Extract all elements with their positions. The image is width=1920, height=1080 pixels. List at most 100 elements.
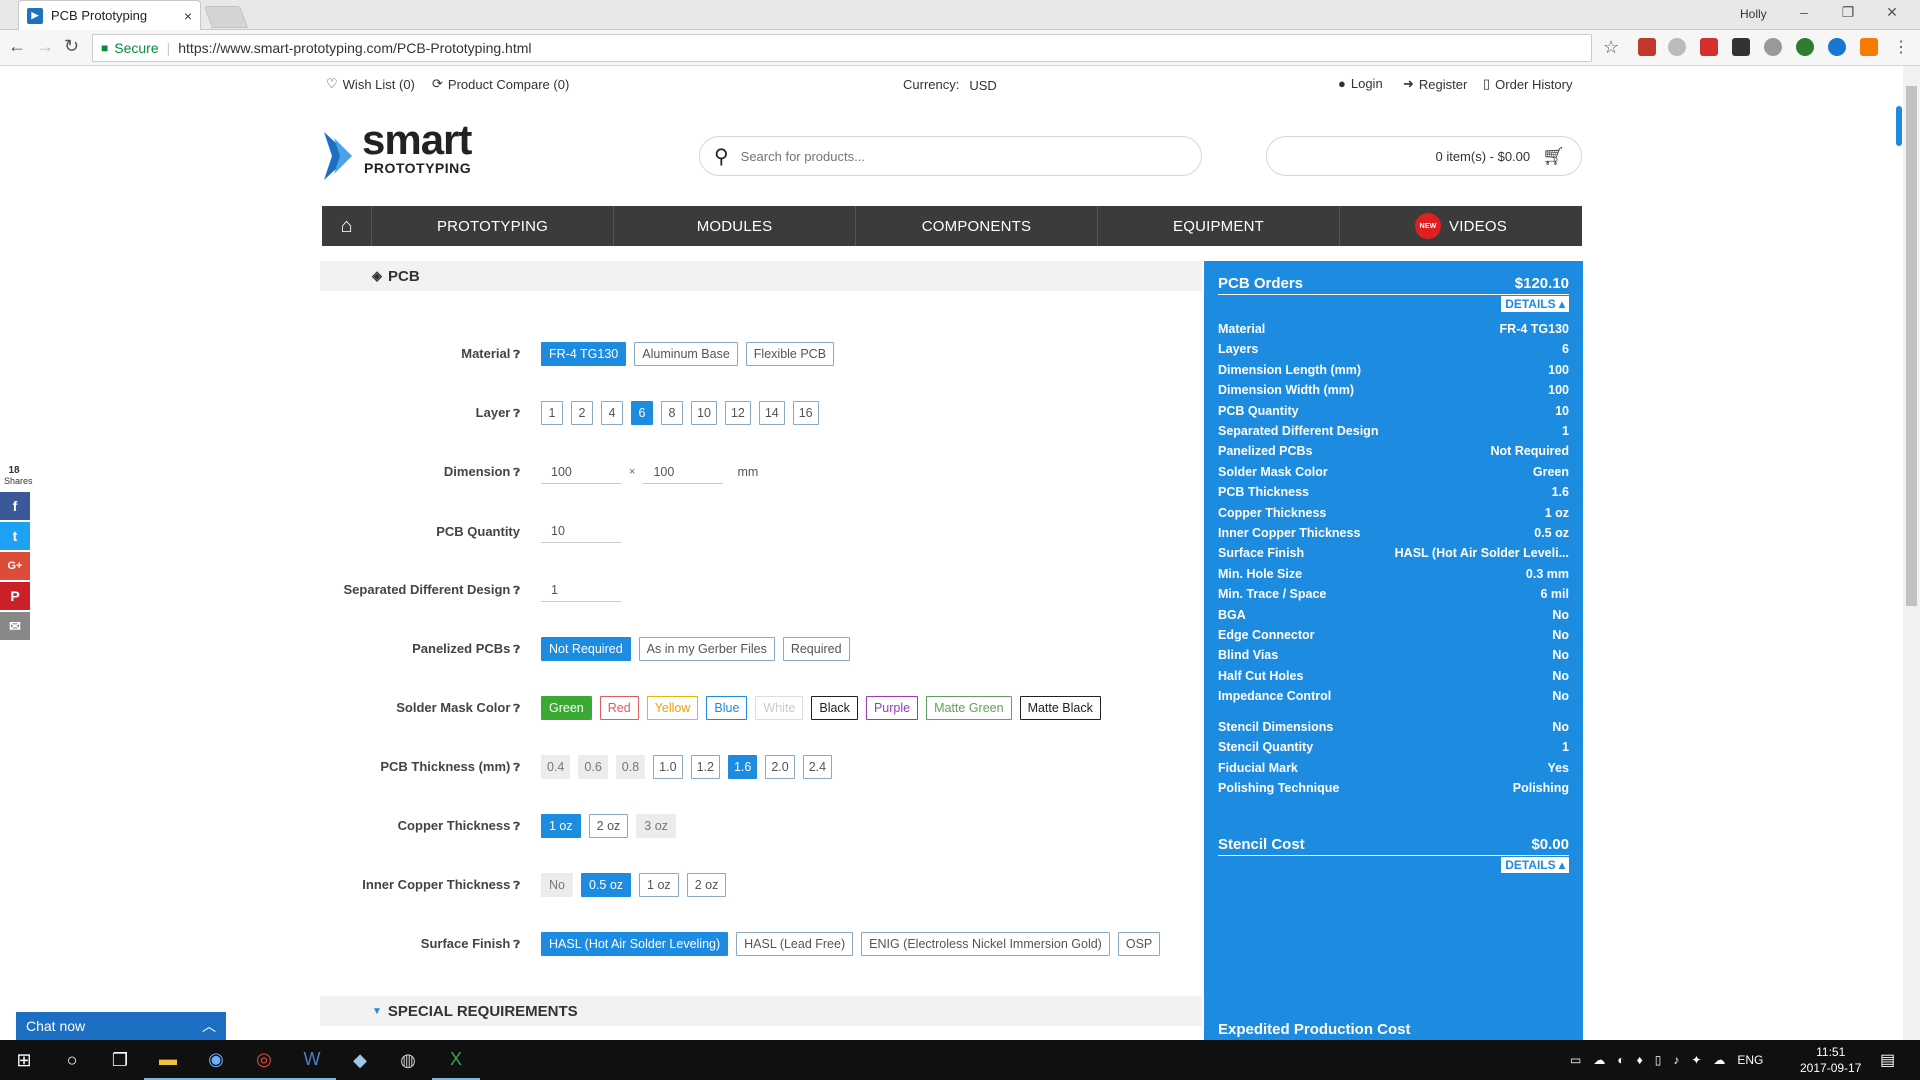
app-icon[interactable]: ◍: [384, 1040, 432, 1080]
onedrive-icon[interactable]: ☁: [1593, 1053, 1605, 1067]
taskbar-clock[interactable]: 11:51 2017-09-17: [1800, 1044, 1861, 1076]
thickness-option[interactable]: 0.6: [578, 755, 608, 779]
excel-icon[interactable]: X: [432, 1040, 480, 1080]
nav-prototyping[interactable]: PROTOTYPING: [372, 206, 614, 246]
stencil-details-button[interactable]: DETAILS ▴: [1501, 857, 1569, 873]
nav-videos[interactable]: NEW VIDEOS: [1340, 206, 1582, 246]
cart-button[interactable]: 0 item(s) - $0.00 🛒︎: [1266, 136, 1582, 176]
twitter-icon[interactable]: t: [0, 522, 30, 550]
layer-option[interactable]: 1: [541, 401, 563, 425]
pinterest-icon[interactable]: P: [0, 582, 30, 610]
extension-icon[interactable]: [1668, 38, 1686, 56]
panelized-option[interactable]: As in my Gerber Files: [638, 637, 775, 661]
app-icon[interactable]: ◉: [192, 1040, 240, 1080]
panelized-option[interactable]: Required: [782, 637, 850, 661]
quantity-input[interactable]: [541, 519, 621, 543]
solder-mask-option[interactable]: Yellow: [646, 696, 699, 720]
thickness-option[interactable]: 1.2: [690, 755, 720, 779]
dimension-length-input[interactable]: [541, 460, 621, 484]
layer-option[interactable]: 2: [571, 401, 593, 425]
layer-option[interactable]: 10: [691, 401, 717, 425]
extension-icon[interactable]: [1764, 38, 1782, 56]
volume-icon[interactable]: ♪: [1673, 1053, 1679, 1067]
nav-equipment[interactable]: EQUIPMENT: [1098, 206, 1340, 246]
thickness-option[interactable]: 1.6: [727, 755, 758, 779]
chat-widget[interactable]: Chat now ︿: [16, 1012, 226, 1040]
tray-icon[interactable]: ♦: [1637, 1053, 1643, 1067]
search-box[interactable]: ⚲: [699, 136, 1202, 176]
currency-selector[interactable]: Currency: USD: [903, 76, 997, 93]
copper-option[interactable]: 2 oz: [588, 814, 629, 838]
pcb-details-button[interactable]: DETAILS ▴: [1501, 296, 1569, 312]
solder-mask-option[interactable]: Red: [599, 696, 639, 720]
solder-mask-option[interactable]: Matte Green: [926, 696, 1012, 720]
wishlist-link[interactable]: ♡ Wish List (0): [326, 76, 415, 92]
special-requirements-toggle[interactable]: ▼ SPECIAL REQUIREMENTS: [320, 996, 1202, 1026]
material-option[interactable]: Flexible PCB: [745, 342, 835, 366]
inner-copper-option[interactable]: 1 oz: [639, 873, 679, 897]
file-explorer-icon[interactable]: ▬: [144, 1040, 192, 1080]
solder-mask-option[interactable]: Matte Black: [1019, 696, 1101, 720]
copper-option[interactable]: 3 oz: [636, 814, 676, 838]
restore-icon[interactable]: ❐: [1834, 4, 1862, 24]
separated-design-input[interactable]: [541, 578, 621, 602]
layer-option[interactable]: 8: [661, 401, 683, 425]
extension-icon[interactable]: [1796, 38, 1814, 56]
tray-icon[interactable]: ◐: [1617, 1053, 1624, 1067]
back-icon[interactable]: ←: [8, 36, 26, 57]
chrome-icon[interactable]: ◎: [240, 1040, 288, 1080]
forward-icon[interactable]: →: [36, 36, 54, 57]
solder-mask-option[interactable]: White: [755, 696, 804, 720]
network-icon[interactable]: ▯: [1655, 1053, 1662, 1067]
thickness-option[interactable]: 0.8: [615, 755, 646, 779]
tray-icon[interactable]: ☁: [1713, 1053, 1725, 1067]
layer-option[interactable]: 12: [724, 401, 751, 425]
windows-start-icon[interactable]: ⊞: [0, 1040, 48, 1080]
inner-copper-option[interactable]: No: [541, 873, 573, 897]
layer-option[interactable]: 4: [601, 401, 623, 425]
facebook-icon[interactable]: f: [0, 492, 30, 520]
inner-copper-option[interactable]: 0.5 oz: [580, 873, 632, 897]
order-history-link[interactable]: ▯ Order History: [1483, 76, 1572, 92]
login-link[interactable]: ● Login: [1338, 76, 1383, 91]
googleplus-icon[interactable]: G+: [0, 552, 30, 580]
extension-icon[interactable]: [1638, 38, 1656, 56]
minimize-icon[interactable]: –: [1790, 4, 1818, 24]
word-icon[interactable]: W: [288, 1040, 336, 1080]
surface-finish-option[interactable]: HASL (Lead Free): [736, 932, 854, 956]
surface-finish-option[interactable]: OSP: [1117, 932, 1161, 956]
solder-mask-option[interactable]: Green: [541, 696, 592, 720]
chevron-up-icon[interactable]: ︿: [202, 1016, 216, 1036]
thickness-option[interactable]: 2.4: [802, 755, 833, 779]
material-option[interactable]: FR-4 TG130: [541, 342, 627, 366]
extension-icon[interactable]: [1700, 38, 1718, 56]
email-icon[interactable]: ✉: [0, 612, 30, 640]
browser-profile-name[interactable]: Holly: [1740, 7, 1767, 21]
dimension-width-input[interactable]: [643, 460, 724, 484]
layer-option[interactable]: 6: [631, 401, 653, 425]
search-icon[interactable]: ⚲: [714, 144, 729, 169]
notifications-icon[interactable]: ▤: [1880, 1050, 1895, 1070]
panelized-option[interactable]: Not Required: [541, 637, 631, 661]
window-close-icon[interactable]: ✕: [1878, 4, 1906, 24]
search-input[interactable]: [740, 148, 1161, 164]
language-indicator[interactable]: ENG: [1737, 1053, 1763, 1067]
site-logo[interactable]: smart PROTOTYPING: [320, 118, 510, 189]
address-bar[interactable]: ■ Secure | https://www.smart-prototyping…: [92, 34, 1592, 62]
browser-menu-icon[interactable]: ⋮: [1893, 37, 1909, 57]
new-tab-button[interactable]: [203, 6, 249, 28]
nav-modules[interactable]: MODULES: [614, 206, 856, 246]
bookmark-star-icon[interactable]: ☆: [1603, 37, 1619, 58]
solder-mask-option[interactable]: Purple: [865, 696, 919, 720]
solder-mask-option[interactable]: Black: [811, 696, 858, 720]
home-icon[interactable]: ⌂: [322, 206, 372, 246]
extension-icon[interactable]: [1828, 38, 1846, 56]
surface-finish-option[interactable]: HASL (Hot Air Solder Leveling): [541, 932, 729, 956]
browser-tab[interactable]: ▶ PCB Prototyping ×: [18, 0, 201, 30]
thickness-option[interactable]: 0.4: [541, 755, 571, 779]
inner-copper-option[interactable]: 2 oz: [686, 873, 727, 897]
app-icon[interactable]: ◆: [336, 1040, 384, 1080]
cortana-icon[interactable]: ○: [48, 1040, 96, 1080]
thickness-option[interactable]: 1.0: [653, 755, 683, 779]
copper-option[interactable]: 1 oz: [541, 814, 581, 838]
